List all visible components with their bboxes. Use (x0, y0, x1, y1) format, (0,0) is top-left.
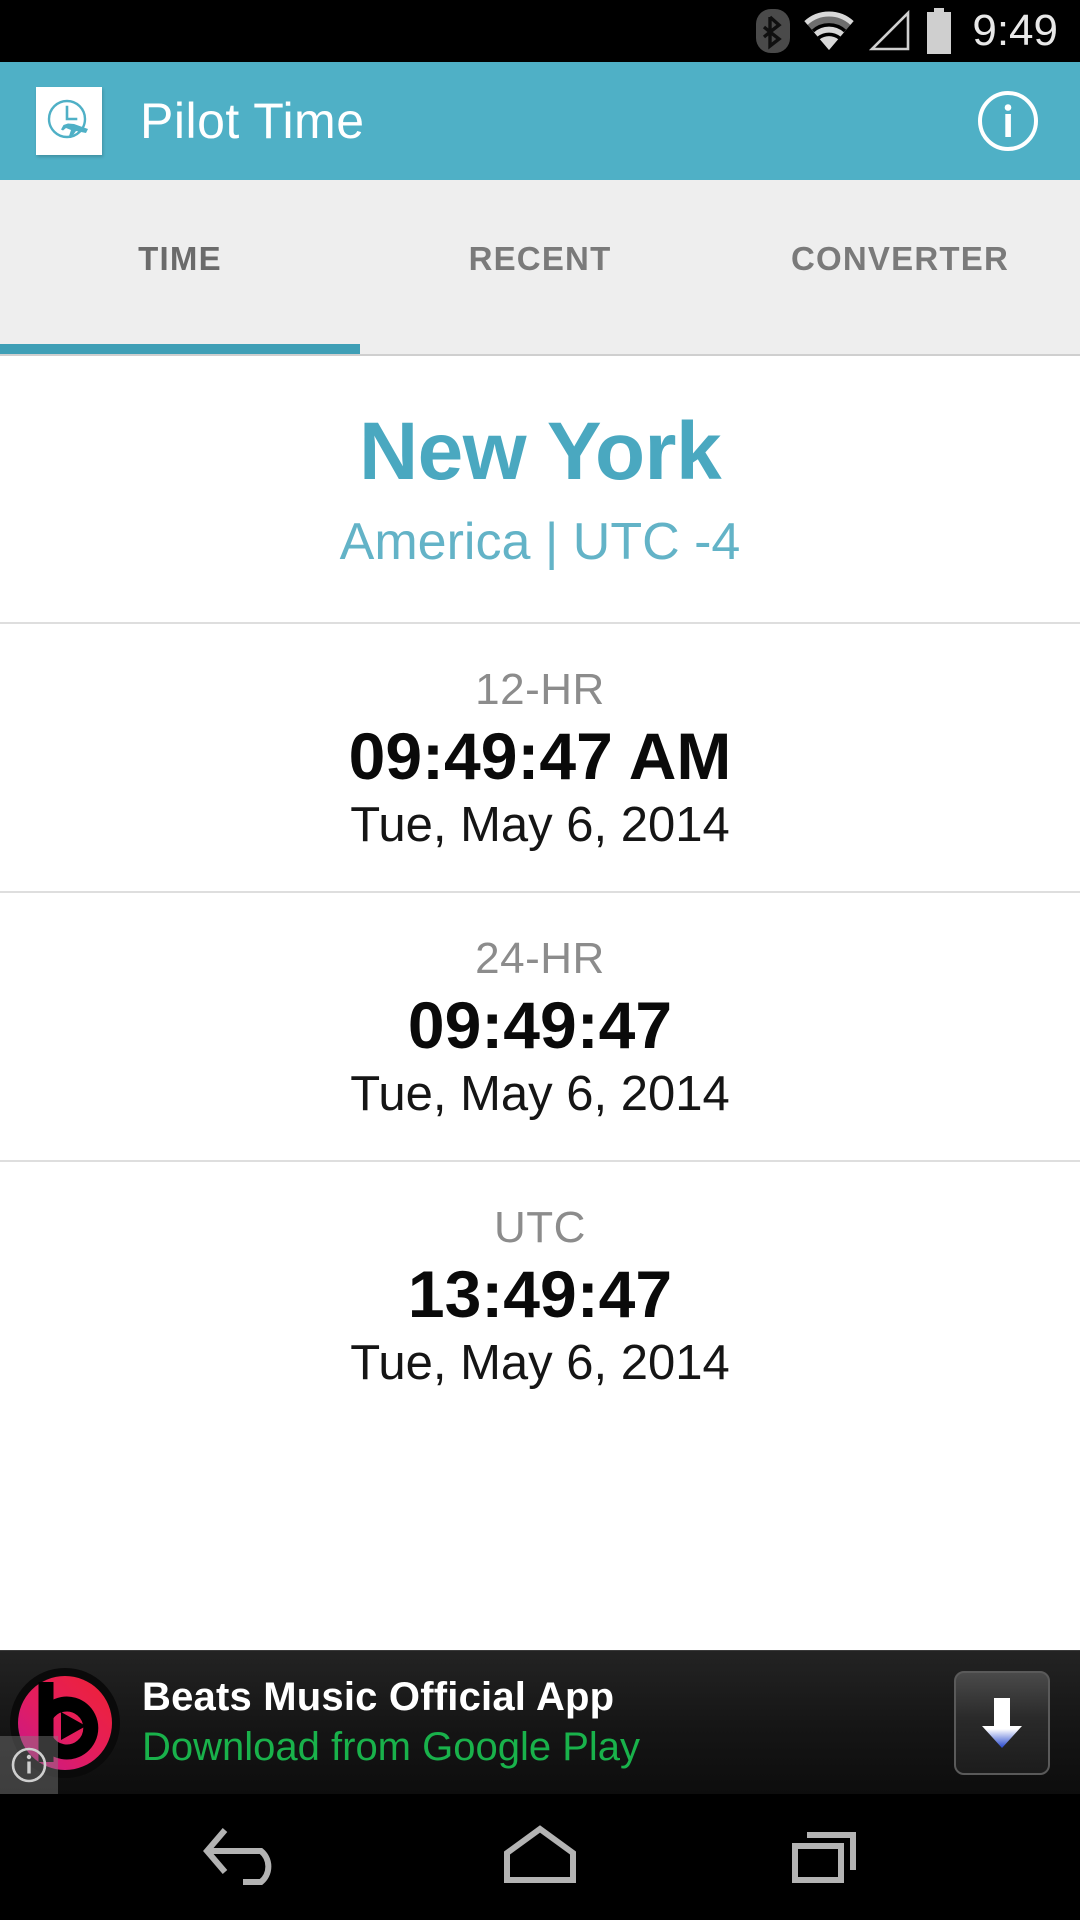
time-block-date: Tue, May 6, 2014 (350, 1336, 730, 1391)
city-subtitle: America | UTC -4 (339, 512, 741, 571)
time-block-value: 09:49:47 (407, 988, 673, 1063)
ad-text: Beats Music Official App Download from G… (142, 1674, 954, 1772)
phone-screen: 9:49 Pilot Time TIME RECENT CONVERTER Ne… (0, 0, 1080, 1920)
tab-active-indicator (0, 344, 360, 354)
tab-recent-label: RECENT (468, 240, 612, 277)
city-name: New York (358, 406, 722, 497)
status-bar: 9:49 (0, 0, 1080, 62)
home-icon[interactable] (475, 1794, 605, 1920)
time-block-utc[interactable]: UTC 13:49:47 Tue, May 6, 2014 (0, 1162, 1080, 1429)
ad-banner[interactable]: Beats Music Official App Download from G… (0, 1650, 1080, 1794)
tab-converter[interactable]: CONVERTER (720, 180, 1080, 354)
ad-info-icon[interactable] (0, 1736, 58, 1794)
tab-recent[interactable]: RECENT (360, 180, 720, 354)
battery-icon (924, 8, 954, 54)
download-arrow-icon[interactable] (954, 1670, 1050, 1775)
time-block-12hr[interactable]: 12-HR 09:49:47 AM Tue, May 6, 2014 (0, 624, 1080, 894)
status-bar-icons (756, 8, 954, 54)
bluetooth-icon (756, 9, 791, 53)
time-block-label: 24-HR (475, 934, 605, 984)
app-title: Pilot Time (140, 93, 365, 149)
info-icon[interactable] (972, 85, 1044, 157)
main-content: New York America | UTC -4 12-HR 09:49:47… (0, 356, 1080, 1650)
time-block-label: 12-HR (475, 665, 605, 715)
time-block-date: Tue, May 6, 2014 (350, 1067, 730, 1122)
ad-title: Beats Music Official App (142, 1674, 615, 1719)
app-bar: Pilot Time (0, 62, 1080, 180)
tab-time-label: TIME (138, 240, 222, 277)
city-header[interactable]: New York America | UTC -4 (0, 356, 1080, 625)
navigation-bar (0, 1794, 1080, 1920)
wifi-icon (804, 10, 855, 52)
tab-time[interactable]: TIME (0, 180, 360, 354)
time-block-label: UTC (494, 1203, 586, 1253)
time-block-value: 09:49:47 AM (348, 719, 732, 794)
tab-bar: TIME RECENT CONVERTER (0, 180, 1080, 356)
time-block-24hr[interactable]: 24-HR 09:49:47 Tue, May 6, 2014 (0, 893, 1080, 1163)
back-icon[interactable] (188, 1794, 318, 1920)
ad-subtitle: Download from Google Play (142, 1724, 641, 1769)
recents-icon[interactable] (762, 1794, 892, 1920)
time-block-date: Tue, May 6, 2014 (350, 798, 730, 853)
tab-converter-label: CONVERTER (791, 240, 1009, 277)
status-bar-clock: 9:49 (972, 6, 1058, 55)
clock-airplane-icon (36, 87, 102, 155)
time-block-value: 13:49:47 (407, 1257, 673, 1332)
cell-signal-icon (868, 10, 910, 52)
